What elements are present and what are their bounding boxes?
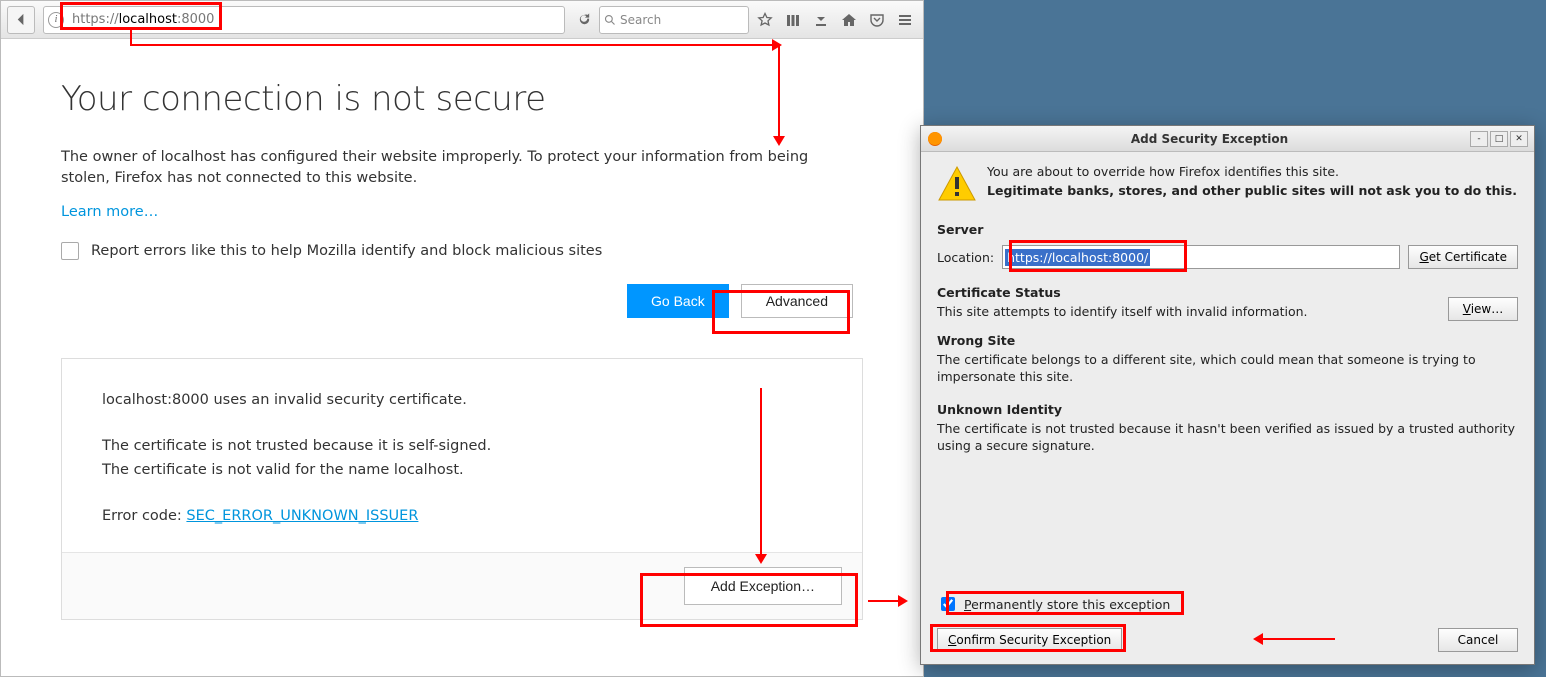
advanced-panel: localhost:8000 uses an invalid security … xyxy=(61,358,863,620)
go-back-button[interactable]: Go Back xyxy=(627,284,729,318)
get-certificate-button[interactable]: Get Certificate xyxy=(1408,245,1518,269)
downloads-icon[interactable] xyxy=(809,8,833,32)
window-maximize-button[interactable]: □ xyxy=(1490,131,1508,147)
library-icon[interactable] xyxy=(781,8,805,32)
page-content: Your connection is not secure The owner … xyxy=(1,39,923,676)
reload-button[interactable] xyxy=(573,9,595,31)
menu-icon[interactable] xyxy=(893,8,917,32)
pocket-icon[interactable] xyxy=(865,8,889,32)
unknown-identity-heading: Unknown Identity xyxy=(937,402,1518,417)
view-cert-button[interactable]: View… xyxy=(1448,297,1518,321)
security-exception-dialog: Add Security Exception ‐ □ ✕ You are abo… xyxy=(920,125,1535,665)
back-button[interactable] xyxy=(7,6,35,34)
navigation-toolbar: i https://localhost:8000 Search xyxy=(1,1,923,39)
location-input[interactable]: https://localhost:8000/ xyxy=(1002,245,1400,269)
dialog-title: Add Security Exception xyxy=(949,132,1470,146)
add-exception-button[interactable]: Add Exception… xyxy=(684,567,842,605)
search-placeholder: Search xyxy=(620,13,661,27)
permanently-store-checkbox[interactable] xyxy=(941,597,955,611)
firefox-icon xyxy=(927,131,943,147)
cancel-button[interactable]: Cancel xyxy=(1438,628,1518,652)
location-value: https://localhost:8000/ xyxy=(1005,249,1150,266)
permanently-store-label[interactable]: Permanently store this exception xyxy=(964,597,1170,612)
dialog-titlebar[interactable]: Add Security Exception ‐ □ ✕ xyxy=(921,126,1534,152)
firefox-window: i https://localhost:8000 Search xyxy=(0,0,924,677)
warning-text-2: Legitimate banks, stores, and other publ… xyxy=(987,183,1517,198)
wrong-site-text: The certificate belongs to a different s… xyxy=(937,352,1518,386)
advanced-line: The certificate is not trusted because i… xyxy=(102,435,822,458)
annotation-arrow xyxy=(130,30,132,46)
error-code-line: Error code: SEC_ERROR_UNKNOWN_ISSUER xyxy=(102,505,822,528)
report-label: Report errors like this to help Mozilla … xyxy=(91,243,602,259)
site-info-icon[interactable]: i xyxy=(48,12,64,28)
error-code-link[interactable]: SEC_ERROR_UNKNOWN_ISSUER xyxy=(186,508,418,524)
warning-icon xyxy=(937,164,977,204)
report-checkbox-row: Report errors like this to help Mozilla … xyxy=(61,242,863,260)
window-close-button[interactable]: ✕ xyxy=(1510,131,1528,147)
advanced-line: localhost:8000 uses an invalid security … xyxy=(102,389,822,412)
location-label: Location: xyxy=(937,250,994,265)
unknown-identity-text: The certificate is not trusted because i… xyxy=(937,421,1518,455)
page-title: Your connection is not secure xyxy=(61,79,863,119)
warning-text-1: You are about to override how Firefox id… xyxy=(987,164,1517,179)
cert-status-heading: Certificate Status xyxy=(937,285,1438,300)
warning-description: The owner of localhost has configured th… xyxy=(61,147,841,189)
wrong-site-heading: Wrong Site xyxy=(937,333,1518,348)
button-row: Go Back Advanced xyxy=(61,284,863,318)
advanced-button[interactable]: Advanced xyxy=(741,284,853,318)
search-icon xyxy=(604,14,616,26)
home-icon[interactable] xyxy=(837,8,861,32)
address-bar[interactable]: i https://localhost:8000 xyxy=(43,6,565,34)
url-input[interactable] xyxy=(68,10,316,29)
advanced-line: The certificate is not valid for the nam… xyxy=(102,459,822,482)
report-checkbox[interactable] xyxy=(61,242,79,260)
cert-status-text: This site attempts to identify itself wi… xyxy=(937,304,1438,319)
search-box[interactable]: Search xyxy=(599,6,749,34)
bookmark-star-icon[interactable] xyxy=(753,8,777,32)
learn-more-link[interactable]: Learn more… xyxy=(61,204,158,220)
server-heading: Server xyxy=(937,222,1518,237)
window-minimize-button[interactable]: ‐ xyxy=(1470,131,1488,147)
confirm-exception-button[interactable]: Confirm Security Exception xyxy=(937,628,1122,652)
